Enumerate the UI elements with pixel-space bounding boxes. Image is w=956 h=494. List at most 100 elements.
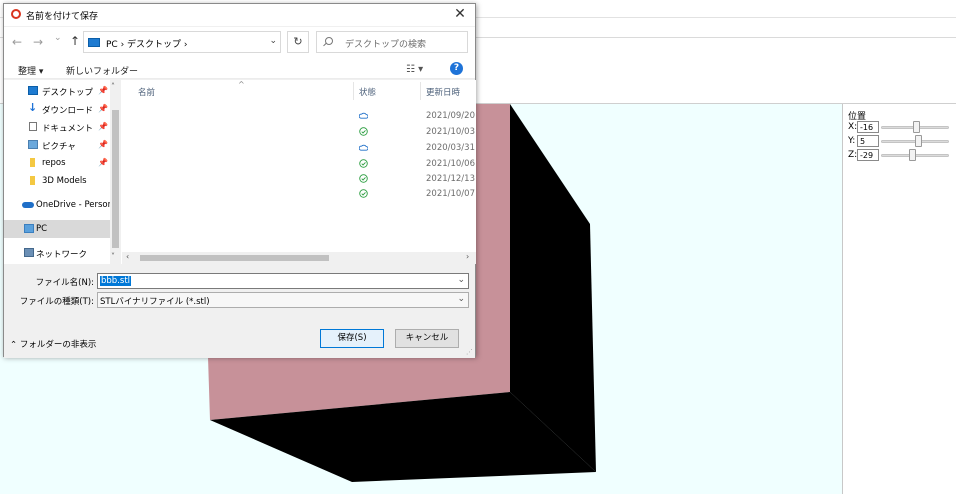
slider-y-thumb[interactable] bbox=[915, 135, 922, 147]
scrollbar-thumb[interactable] bbox=[140, 255, 329, 261]
file-row[interactable]: 2021/12/13 bbox=[122, 172, 476, 187]
column-separator[interactable] bbox=[420, 82, 421, 100]
navigation-pane: デスクトップ 📌 ↓ ダウンロード 📌 ドキュメント 📌 ピクチャ 📌 repo… bbox=[4, 80, 122, 264]
pin-icon[interactable]: 📌 bbox=[98, 122, 108, 131]
file-row[interactable]: 2021/09/20 bbox=[122, 109, 476, 124]
synced-check-icon bbox=[359, 127, 368, 136]
sort-ascending-icon: ^ bbox=[238, 80, 245, 89]
resize-grip-icon[interactable]: ⋰ bbox=[466, 348, 473, 356]
download-icon: ↓ bbox=[28, 101, 38, 114]
close-button[interactable]: ✕ bbox=[451, 6, 469, 22]
slider-x[interactable] bbox=[881, 121, 949, 133]
save-form: ファイル名(N): bbb.stl ⌄ ファイルの種類(T): STLバイナリフ… bbox=[4, 265, 475, 358]
nav-item-pc[interactable]: PC bbox=[4, 220, 110, 238]
app-icon bbox=[11, 9, 21, 19]
scroll-left-icon[interactable]: ‹ bbox=[126, 252, 129, 261]
up-arrow-icon[interactable]: ↑ bbox=[70, 34, 80, 48]
cloud-icon bbox=[22, 202, 34, 208]
file-list: ^ 名前 状態 更新日時 2021/09/20 2021/10/03 2020/… bbox=[122, 80, 476, 264]
position-panel: 位置 X: Y: Z: bbox=[842, 104, 956, 494]
save-button[interactable]: 保存(S) bbox=[320, 329, 384, 348]
picture-icon bbox=[28, 140, 38, 149]
column-header-name[interactable]: 名前 bbox=[138, 86, 155, 98]
dialog-titlebar[interactable]: 名前を付けて保存 ✕ bbox=[4, 4, 475, 26]
file-modified-date: 2021/10/06 bbox=[426, 159, 475, 169]
slider-z[interactable] bbox=[881, 149, 949, 161]
pin-icon[interactable]: 📌 bbox=[98, 158, 108, 167]
file-list-hscrollbar[interactable]: ‹ › bbox=[122, 252, 476, 264]
synced-check-icon bbox=[359, 159, 368, 168]
pin-icon[interactable]: 📌 bbox=[98, 86, 108, 95]
nav-item-network[interactable]: ネットワーク bbox=[4, 244, 110, 262]
nav-item-label: PC bbox=[36, 224, 48, 234]
coord-input-y[interactable] bbox=[857, 135, 879, 147]
chevron-down-icon[interactable]: ⌄ bbox=[457, 294, 465, 304]
slider-x-thumb[interactable] bbox=[913, 121, 920, 133]
recent-locations-chevron-icon[interactable]: ⌄ bbox=[54, 33, 62, 43]
column-separator[interactable] bbox=[353, 82, 354, 100]
filetype-value: STLバイナリファイル (*.stl) bbox=[100, 297, 210, 307]
nav-item-label: ネットワーク bbox=[36, 250, 88, 260]
navigation-bar: ← → ⌄ ↑ PC › デスクトップ › ⌄ ↻ デスクトップの検索 bbox=[4, 27, 475, 59]
nav-item-documents[interactable]: ドキュメント 📌 bbox=[4, 118, 110, 136]
cancel-button[interactable]: キャンセル bbox=[395, 329, 459, 348]
forward-arrow-icon[interactable]: → bbox=[33, 35, 43, 49]
filename-value[interactable]: bbb.stl bbox=[100, 276, 132, 286]
coord-label-y: Y: bbox=[848, 136, 856, 146]
coord-row-x: X: bbox=[848, 121, 879, 133]
scroll-up-icon[interactable]: ˄ bbox=[111, 82, 115, 91]
back-arrow-icon[interactable]: ← bbox=[12, 35, 22, 49]
nav-item-repos[interactable]: repos 📌 bbox=[4, 154, 110, 172]
slider-y[interactable] bbox=[881, 135, 949, 147]
search-icon bbox=[325, 37, 333, 45]
command-bar: 整理 ▾ 新しいフォルダー ☷ ▾ ? bbox=[4, 59, 475, 79]
filename-field[interactable]: bbb.stl ⌄ bbox=[97, 273, 469, 289]
chevron-down-icon[interactable]: ⌄ bbox=[457, 275, 465, 285]
file-row[interactable]: 2021/10/06 bbox=[122, 157, 476, 172]
address-bar[interactable]: PC › デスクトップ › ⌄ bbox=[83, 31, 281, 53]
nav-item-pictures[interactable]: ピクチャ 📌 bbox=[4, 136, 110, 154]
nav-item-desktop[interactable]: デスクトップ 📌 bbox=[4, 82, 110, 100]
scroll-right-icon[interactable]: › bbox=[466, 252, 469, 261]
view-options-icon[interactable]: ☷ ▾ bbox=[406, 64, 423, 75]
file-modified-date: 2021/12/13 bbox=[426, 174, 475, 184]
network-icon bbox=[24, 248, 34, 257]
filetype-label: ファイルの種類(T): bbox=[19, 297, 94, 307]
nav-item-label: OneDrive - Person bbox=[36, 200, 114, 210]
search-input[interactable]: デスクトップの検索 bbox=[316, 31, 468, 53]
coord-label-x: X: bbox=[848, 122, 858, 132]
document-icon bbox=[29, 122, 37, 131]
file-row[interactable]: 2021/10/03 bbox=[122, 125, 476, 140]
nav-item-label: 3D Models bbox=[42, 176, 87, 186]
organize-button[interactable]: 整理 ▾ bbox=[18, 64, 43, 77]
refresh-button[interactable]: ↻ bbox=[287, 31, 309, 53]
search-placeholder: デスクトップの検索 bbox=[345, 40, 427, 50]
dialog-title: 名前を付けて保存 bbox=[26, 12, 99, 22]
coord-input-x[interactable] bbox=[857, 121, 879, 133]
scrollbar-thumb[interactable] bbox=[112, 110, 119, 248]
column-header-status[interactable]: 状態 bbox=[359, 86, 376, 98]
address-path[interactable]: PC › デスクトップ › bbox=[106, 37, 188, 50]
nav-item-3d-models[interactable]: 3D Models bbox=[4, 172, 110, 190]
file-modified-date: 2021/10/07 bbox=[426, 189, 475, 199]
coord-row-y: Y: bbox=[848, 135, 879, 147]
scroll-down-icon[interactable]: ˅ bbox=[111, 252, 115, 261]
slider-z-thumb[interactable] bbox=[909, 149, 916, 161]
nav-item-downloads[interactable]: ↓ ダウンロード 📌 bbox=[4, 100, 110, 118]
filetype-select[interactable]: STLバイナリファイル (*.stl) ⌄ bbox=[97, 292, 469, 308]
new-folder-button[interactable]: 新しいフォルダー bbox=[66, 64, 138, 77]
file-row[interactable]: 2021/10/07 bbox=[122, 187, 476, 202]
pin-icon[interactable]: 📌 bbox=[98, 140, 108, 149]
hide-folders-toggle[interactable]: ⌃ フォルダーの非表示 bbox=[10, 338, 96, 350]
pin-icon[interactable]: 📌 bbox=[98, 104, 108, 113]
help-icon[interactable]: ? bbox=[450, 62, 463, 75]
nav-pane-scrollbar[interactable]: ˄ ˅ bbox=[110, 80, 121, 264]
file-row[interactable]: 2020/03/31 bbox=[122, 141, 476, 156]
chevron-down-icon[interactable]: ⌄ bbox=[269, 36, 277, 46]
folder-icon bbox=[30, 176, 35, 185]
coord-input-z[interactable] bbox=[857, 149, 879, 161]
nav-item-onedrive[interactable]: OneDrive - Person bbox=[4, 196, 114, 214]
cloud-status-icon bbox=[359, 144, 368, 151]
nav-item-label: repos bbox=[42, 158, 66, 168]
column-header-modified[interactable]: 更新日時 bbox=[426, 86, 460, 98]
